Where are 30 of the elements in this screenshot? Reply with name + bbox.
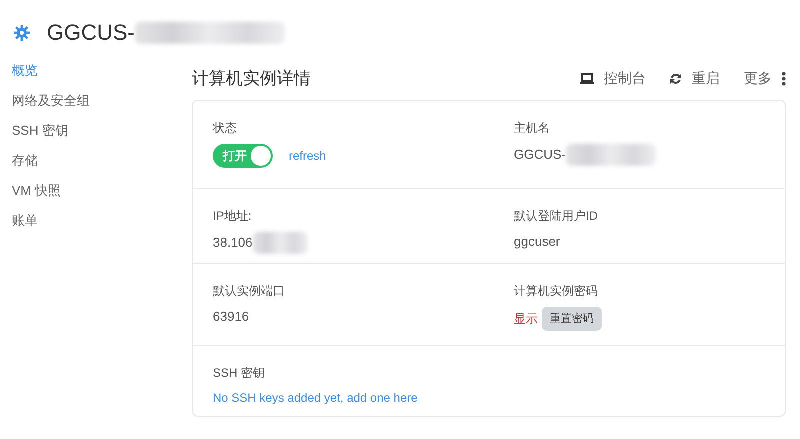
sidebar-item[interactable]: 存储: [12, 146, 192, 176]
sidebar-item[interactable]: SSH 密钥: [12, 116, 192, 146]
field-label: 默认实例端口: [213, 282, 286, 300]
field-label: SSH 密钥: [213, 364, 266, 382]
more-button[interactable]: 更多: [744, 68, 786, 90]
field-label: 计算机实例密码: [514, 282, 599, 300]
field-value: 63916: [213, 308, 250, 326]
gear-icon: [13, 24, 31, 42]
field-label: 状态: [213, 120, 238, 136]
restart-button[interactable]: 重启: [670, 68, 720, 90]
field-value: 38.106: [213, 234, 253, 252]
field-value: ggcuser: [514, 232, 560, 251]
sidebar-item[interactable]: 概览: [12, 56, 192, 86]
refresh-link[interactable]: refresh: [289, 146, 326, 164]
sidebar-item[interactable]: 账单: [12, 206, 192, 236]
page-title: GGCUS-: [47, 20, 135, 46]
sidebar-item[interactable]: VM 快照: [12, 176, 192, 206]
field-label: IP地址:: [213, 208, 253, 224]
refresh-icon: [670, 72, 682, 85]
section-title: 计算机实例详情: [192, 68, 311, 90]
field-value: GGCUS-: [514, 146, 566, 164]
console-button[interactable]: 控制台: [580, 68, 646, 90]
add-ssh-key-link[interactable]: No SSH keys added yet, add one here: [213, 388, 418, 406]
field-label: 主机名: [514, 120, 551, 136]
field-label: 默认登陆用户ID: [514, 208, 599, 224]
more-icon: [782, 72, 786, 86]
show-password-link[interactable]: 显示: [514, 310, 538, 328]
reset-password-button[interactable]: 重置密码: [542, 306, 602, 331]
laptop-icon: [580, 73, 594, 84]
sidebar-item[interactable]: 网络及安全组: [12, 86, 192, 116]
